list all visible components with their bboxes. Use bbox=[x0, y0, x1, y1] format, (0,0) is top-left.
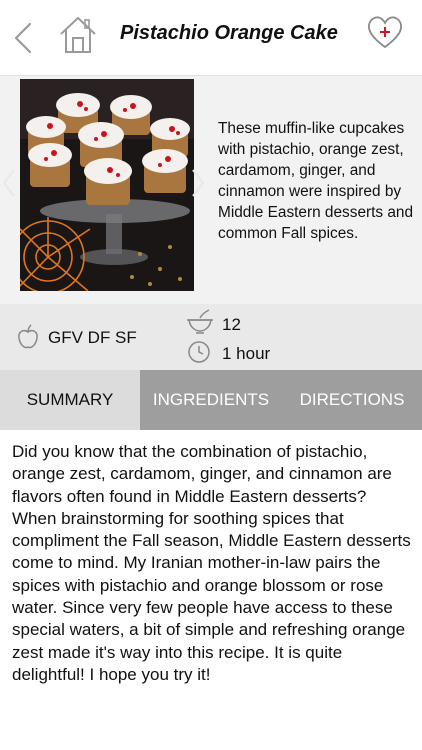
recipe-hero: These muffin-like cupcakes with pistachi… bbox=[0, 76, 422, 304]
next-photo-button[interactable] bbox=[191, 168, 205, 198]
chevron-left-icon bbox=[2, 169, 15, 197]
add-favorite-button[interactable] bbox=[366, 14, 404, 52]
recipe-photo bbox=[20, 79, 194, 291]
recipe-info-bar: GFV DF SF 12 1 hour bbox=[0, 304, 422, 370]
nav-header: Pistachio Orange Cake bbox=[0, 0, 422, 76]
chevron-left-icon bbox=[14, 22, 32, 54]
home-button[interactable] bbox=[58, 14, 98, 56]
home-icon bbox=[60, 17, 96, 53]
page-title: Pistachio Orange Cake bbox=[120, 22, 338, 44]
tab-ingredients[interactable]: INGREDIENTS bbox=[140, 370, 282, 430]
chevron-right-icon bbox=[192, 169, 205, 197]
previous-photo-button[interactable] bbox=[2, 168, 16, 198]
summary-text: Did you know that the combination of pis… bbox=[12, 442, 411, 684]
prep-time: 1 hour bbox=[222, 344, 271, 363]
diet-tags: GFV DF SF bbox=[48, 328, 137, 347]
back-button[interactable] bbox=[10, 18, 40, 58]
clock-icon bbox=[188, 341, 210, 363]
servings-count: 12 bbox=[222, 315, 241, 334]
recipe-description: These muffin-like cupcakes with pistachi… bbox=[218, 120, 414, 242]
heart-plus-icon bbox=[368, 16, 402, 49]
tab-summary[interactable]: SUMMARY bbox=[0, 370, 140, 430]
bowl-icon bbox=[187, 309, 213, 334]
tab-directions[interactable]: DIRECTIONS bbox=[282, 370, 422, 430]
recipe-tabs: SUMMARY INGREDIENTS DIRECTIONS bbox=[0, 370, 422, 430]
apple-icon bbox=[18, 324, 38, 349]
